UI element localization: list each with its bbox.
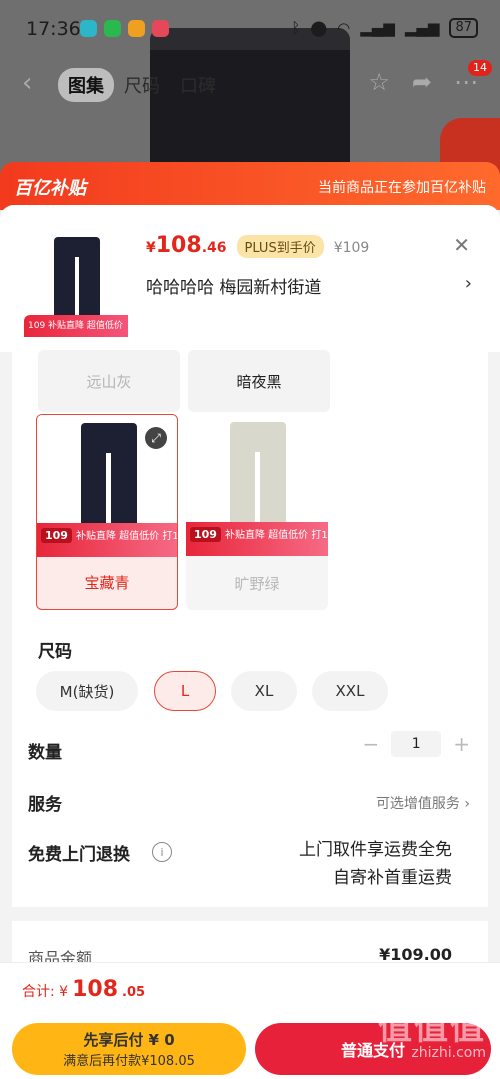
- size-option-l[interactable]: L: [154, 671, 216, 711]
- app-icon-1: [80, 20, 97, 37]
- total-price: 合计: ¥108.05: [22, 977, 146, 1002]
- pant-image-navy: [81, 423, 137, 535]
- status-time: 17:36: [26, 18, 81, 40]
- delivery-address[interactable]: 哈哈哈哈 梅园新村街道: [146, 273, 321, 298]
- color-option-navy[interactable]: ⤢ 109 补贴直降 超值低价 打1折 宝藏青: [36, 414, 178, 610]
- more-icon[interactable]: ⋯ 14: [454, 60, 492, 96]
- tab-reviews[interactable]: 口碑: [170, 68, 226, 102]
- color-promo: 109 补贴直降 超值低价 打1折: [186, 522, 328, 556]
- size-option-xxl[interactable]: XXL: [312, 671, 388, 711]
- subsidy-banner: 百亿补贴 当前商品正在参加百亿补贴: [0, 162, 500, 210]
- color-option-grey[interactable]: 远山灰: [38, 350, 180, 412]
- color-option-green[interactable]: 109 补贴直降 超值低价 打1折 旷野绿: [186, 414, 328, 610]
- product-tabs: 图集 尺码 口碑: [58, 68, 226, 102]
- watermark-url: zhizhi.com: [411, 1045, 486, 1061]
- service-title: 服务: [28, 795, 62, 815]
- quantity-input[interactable]: 1: [391, 731, 442, 757]
- status-bar: 17:36 ᛒ ⬤ ◠ ▂▄▆ ▂▄▆ 87: [0, 0, 500, 58]
- service-selector[interactable]: 可选增值服务 ›: [376, 793, 470, 813]
- color-option-black[interactable]: 暗夜黑: [188, 350, 330, 412]
- app-icon-2: [104, 20, 121, 37]
- pant-image-green: [230, 422, 286, 534]
- pay-later-title: 先享后付 ¥ 0: [83, 1031, 175, 1049]
- price-row: ¥108.46 PLUS到手价 ¥109: [146, 233, 369, 258]
- battery-icon: 87: [449, 18, 478, 38]
- expand-icon[interactable]: ⤢: [145, 427, 167, 449]
- wifi-icon: ◠: [337, 19, 351, 37]
- size-option-xl[interactable]: XL: [231, 671, 297, 711]
- return-line-2: 自寄补首重运费: [333, 868, 452, 888]
- return-line-1: 上门取件享运费全免: [299, 840, 452, 860]
- status-icons: ᛒ ⬤ ◠ ▂▄▆ ▂▄▆ 87: [291, 18, 478, 38]
- signal-icon: ▂▄▆: [360, 19, 395, 37]
- color-label: 宝藏青: [84, 573, 130, 592]
- pay-later-button[interactable]: 先享后付 ¥ 0 满意后再付款¥108.05: [12, 1023, 246, 1075]
- size-option-m[interactable]: M(缺货): [36, 671, 138, 711]
- return-details: 上门取件享运费全免 自寄补首重运费: [299, 836, 452, 892]
- subsidy-logo: 百亿补贴: [14, 178, 86, 199]
- info-icon[interactable]: i: [152, 842, 172, 862]
- sku-sheet: 109 补贴直降 超值低价 ¥108.46 PLUS到手价 ¥109 ✕ 哈哈哈…: [0, 205, 500, 1079]
- app-icon-4: [152, 20, 169, 37]
- address-chevron-icon[interactable]: ›: [465, 273, 472, 294]
- size-title: 尺码: [38, 642, 72, 662]
- bluetooth-icon: ᛒ: [291, 19, 301, 37]
- share-icon[interactable]: ➦: [412, 68, 432, 96]
- original-price: ¥109: [333, 240, 370, 256]
- thumbnail-pant: [54, 237, 100, 317]
- tab-gallery[interactable]: 图集: [58, 68, 114, 102]
- signal-icon-2: ▂▄▆: [404, 19, 440, 37]
- quantity-minus-button[interactable]: −: [362, 732, 379, 756]
- quantity-title: 数量: [28, 743, 62, 763]
- color-label: 旷野绿: [234, 574, 280, 593]
- current-price: ¥108.46: [146, 233, 227, 258]
- thumbnail-promo: 109 补贴直降 超值低价: [24, 315, 128, 337]
- pay-later-subtitle: 满意后再付款¥108.05: [63, 1054, 195, 1069]
- product-nav: ‹ 图集 尺码 口碑 ☆ ➦ ⋯ 14: [0, 60, 500, 104]
- return-title: 免费上门退换: [28, 845, 130, 865]
- plus-price-badge: PLUS到手价: [236, 235, 324, 258]
- notification-badge: 14: [468, 60, 492, 76]
- nav-actions: ☆ ➦ ⋯ 14: [368, 60, 492, 96]
- sku-options: 远山灰 暗夜黑 ⤢ 109 补贴直降 超值低价 打1折 宝藏青 109 补贴直降 超…: [12, 350, 488, 907]
- tab-size[interactable]: 尺码: [114, 68, 170, 102]
- favorite-star-icon[interactable]: ☆: [368, 68, 390, 96]
- product-thumbnail: 109 补贴直降 超值低价: [24, 233, 128, 337]
- quantity-stepper: − 1 +: [362, 731, 470, 757]
- location-icon: ⬤: [310, 19, 328, 37]
- app-icon-3: [128, 20, 145, 37]
- color-promo: 109 补贴直降 超值低价 打1折: [37, 523, 177, 557]
- watermark-logo: 值值值: [378, 1008, 486, 1048]
- quantity-plus-button[interactable]: +: [453, 732, 470, 756]
- subsidy-message: 当前商品正在参加百亿补贴: [318, 180, 486, 196]
- close-icon[interactable]: ✕: [453, 233, 470, 257]
- sku-header: 109 补贴直降 超值低价 ¥108.46 PLUS到手价 ¥109 ✕ 哈哈哈…: [0, 205, 500, 352]
- back-chevron-icon[interactable]: ‹: [22, 68, 32, 98]
